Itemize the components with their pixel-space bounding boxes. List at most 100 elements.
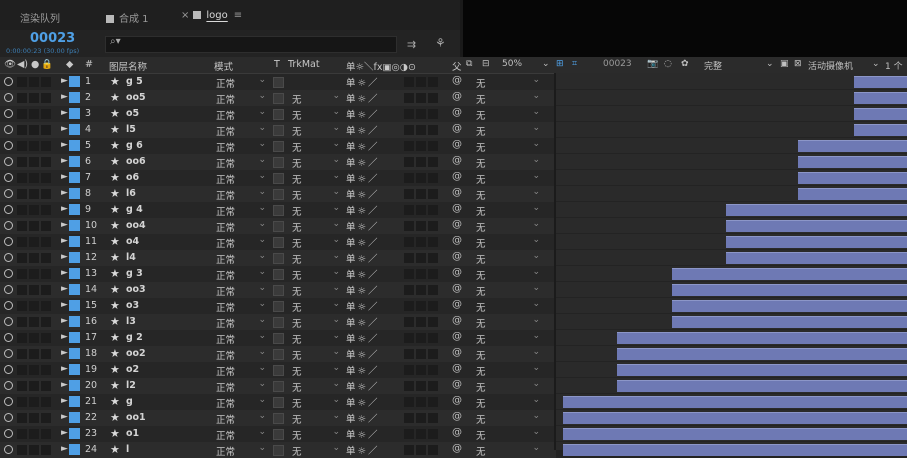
preserve-transparency-checkbox[interactable]	[273, 333, 284, 344]
switch-box[interactable]	[416, 253, 426, 263]
layer-name[interactable]: o1	[126, 428, 139, 439]
preserve-transparency-checkbox[interactable]	[273, 429, 284, 440]
pick-whip-icon[interactable]: @	[452, 155, 462, 166]
parent-select[interactable]: 无 ⌄	[474, 379, 540, 394]
layer-duration-bar[interactable]	[672, 300, 907, 312]
pick-whip-icon[interactable]: @	[452, 267, 462, 278]
always-preview-icon[interactable]: ⧉	[466, 59, 472, 69]
switch-box[interactable]	[404, 189, 414, 199]
timeline-row[interactable]	[556, 362, 907, 378]
layer-switches-icons[interactable]: 单☼／	[346, 443, 380, 457]
layer-switches-icons[interactable]: 单☼／	[346, 171, 380, 185]
label-color-swatch[interactable]	[69, 220, 80, 231]
blend-mode-select[interactable]: 正常 ⌄	[214, 187, 266, 202]
layer-row[interactable]: ► 9 ★ g 4 正常 ⌄ 无 ⌄ 单☼／ @ 无 ⌄	[0, 202, 556, 218]
preserve-transparency-checkbox[interactable]	[273, 269, 284, 280]
audio-toggle[interactable]	[17, 301, 27, 311]
parent-select[interactable]: 无 ⌄	[474, 267, 540, 282]
expand-arrow-icon[interactable]: ►	[61, 124, 68, 134]
preserve-transparency-checkbox[interactable]	[273, 445, 284, 456]
timeline-row[interactable]	[556, 378, 907, 394]
tab-composition-1[interactable]: 合成 1	[106, 10, 149, 25]
switch-box[interactable]	[404, 125, 414, 135]
roi-icon[interactable]: ▣	[780, 59, 789, 69]
blend-mode-select[interactable]: 正常 ⌄	[214, 427, 266, 442]
expand-arrow-icon[interactable]: ►	[61, 396, 68, 406]
layer-switches-icons[interactable]: 单☼／	[346, 75, 380, 89]
blend-mode-select[interactable]: 正常 ⌄	[214, 203, 266, 218]
solo-toggle[interactable]	[29, 173, 39, 183]
switch-box[interactable]	[428, 125, 438, 135]
eye-icon[interactable]	[4, 301, 13, 310]
switch-box[interactable]	[404, 365, 414, 375]
layer-switches-icons[interactable]: 单☼／	[346, 331, 380, 345]
layer-name[interactable]: oo4	[126, 220, 146, 231]
expand-arrow-icon[interactable]: ►	[61, 380, 68, 390]
viewer-frame-display[interactable]: 00023	[603, 59, 632, 69]
lock-toggle[interactable]	[41, 397, 51, 407]
chevron-down-icon[interactable]: ⌄	[542, 59, 550, 69]
solo-toggle[interactable]	[29, 93, 39, 103]
audio-toggle[interactable]	[17, 269, 27, 279]
switch-box[interactable]	[416, 189, 426, 199]
timeline-row[interactable]	[556, 170, 907, 186]
layer-duration-bar[interactable]	[726, 252, 907, 264]
switch-box[interactable]	[404, 269, 414, 279]
solo-toggle[interactable]	[29, 205, 39, 215]
layer-name[interactable]: g 6	[126, 140, 143, 151]
eye-icon[interactable]	[4, 173, 13, 182]
lock-toggle[interactable]	[41, 125, 51, 135]
switch-box[interactable]	[416, 125, 426, 135]
pick-whip-icon[interactable]: @	[452, 187, 462, 198]
layer-row[interactable]: ► 12 ★ l4 正常 ⌄ 无 ⌄ 单☼／ @ 无 ⌄	[0, 250, 556, 266]
pick-whip-icon[interactable]: @	[452, 427, 462, 438]
layer-name[interactable]: o2	[126, 364, 139, 375]
trkmat-select[interactable]: 无 ⌄	[290, 331, 340, 346]
audio-toggle[interactable]	[17, 205, 27, 215]
switch-box[interactable]	[416, 397, 426, 407]
layer-duration-bar[interactable]	[563, 428, 907, 440]
layer-switches-icons[interactable]: 单☼／	[346, 155, 380, 169]
switch-box[interactable]	[416, 109, 426, 119]
switch-box[interactable]	[404, 109, 414, 119]
timeline-row[interactable]	[556, 250, 907, 266]
layer-duration-bar[interactable]	[617, 332, 907, 344]
switch-box[interactable]	[428, 317, 438, 327]
blend-mode-select[interactable]: 正常 ⌄	[214, 315, 266, 330]
expand-arrow-icon[interactable]: ►	[61, 156, 68, 166]
label-color-swatch[interactable]	[69, 204, 80, 215]
label-color-swatch[interactable]	[69, 332, 80, 343]
trkmat-select[interactable]: 无 ⌄	[290, 107, 340, 122]
switch-box[interactable]	[416, 237, 426, 247]
audio-toggle[interactable]	[17, 141, 27, 151]
timeline-row[interactable]	[556, 218, 907, 234]
trkmat-select[interactable]: 无 ⌄	[290, 315, 340, 330]
expand-arrow-icon[interactable]: ►	[61, 428, 68, 438]
preserve-transparency-checkbox[interactable]	[273, 381, 284, 392]
parent-select[interactable]: 无 ⌄	[474, 139, 540, 154]
layer-name[interactable]: l6	[126, 188, 136, 199]
layer-switches-icons[interactable]: 单☼／	[346, 187, 380, 201]
preserve-transparency-checkbox[interactable]	[273, 349, 284, 360]
parent-select[interactable]: 无 ⌄	[474, 363, 540, 378]
pick-whip-icon[interactable]: @	[452, 91, 462, 102]
timeline-row[interactable]	[556, 330, 907, 346]
parent-select[interactable]: 无 ⌄	[474, 427, 540, 442]
switch-box[interactable]	[404, 317, 414, 327]
preserve-transparency-checkbox[interactable]	[273, 189, 284, 200]
switch-box[interactable]	[428, 77, 438, 87]
layer-switches-icons[interactable]: 单☼／	[346, 299, 380, 313]
eye-icon[interactable]	[4, 189, 13, 198]
channel-color-icon[interactable]: ✿	[681, 59, 689, 69]
audio-toggle[interactable]	[17, 365, 27, 375]
audio-toggle[interactable]	[17, 285, 27, 295]
label-color-swatch[interactable]	[69, 396, 80, 407]
timeline-row[interactable]	[556, 234, 907, 250]
layer-duration-bar[interactable]	[798, 140, 907, 152]
switch-box[interactable]	[428, 253, 438, 263]
solo-toggle[interactable]	[29, 445, 39, 455]
layer-row[interactable]: ► 19 ★ o2 正常 ⌄ 无 ⌄ 单☼／ @ 无 ⌄	[0, 362, 556, 378]
trkmat-select[interactable]: 无 ⌄	[290, 267, 340, 282]
eye-icon[interactable]	[4, 317, 13, 326]
draft-3d-icon[interactable]: ⚘	[435, 36, 446, 50]
